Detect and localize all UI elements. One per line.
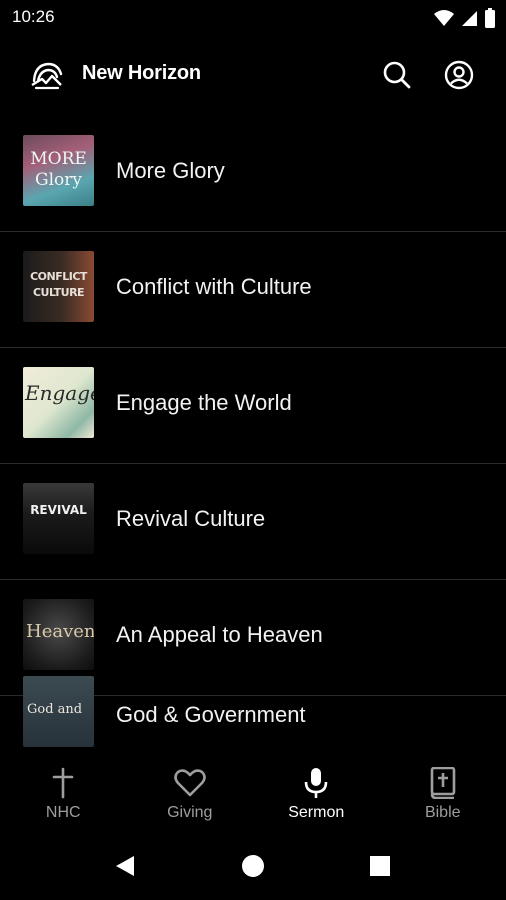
sermon-title: More Glory [116,158,225,183]
sermon-title: Revival Culture [116,506,266,531]
sermon-title: Engage the World [116,390,292,415]
cross-icon [51,766,75,800]
app-title: New Horizon [82,62,201,84]
nav-label-sermon: Sermon [288,804,345,821]
nav-item-bible[interactable]: Bible [380,754,506,832]
sermon-thumbnail: Engage [23,367,94,438]
nav-item-sermon[interactable]: Sermon [253,754,380,832]
nav-label-nhc: NHC [45,804,81,821]
battery-icon [485,8,495,28]
heart-icon [173,766,206,800]
microphone-icon [303,766,329,800]
account-button[interactable] [442,58,476,92]
thumbnail-text: CONFLICT CULTURE [30,270,87,299]
sermon-thumbnail: God and [23,676,94,747]
search-button[interactable] [380,58,414,92]
nav-item-giving[interactable]: Giving [127,754,254,832]
thumbnail-text: Engage [25,381,94,405]
status-time: 10:26 [12,7,55,26]
signal-icon [462,11,477,26]
sermon-title: Conflict with Culture [116,274,312,299]
back-icon [116,856,134,876]
system-navigation-bar [0,832,506,900]
thumbnail-text: MORE Glory [30,149,87,190]
status-bar: 10:26 [0,0,506,36]
sermon-title: An Appeal to Heaven [116,622,323,647]
sermon-thumbnail: REVIVAL [23,483,94,554]
wifi-icon [434,10,454,26]
thumbnail-text: REVIVAL [30,503,87,517]
sermon-item-god-and-government[interactable]: God and God & Government [0,676,506,754]
recents-icon [370,856,390,876]
sermon-thumbnail: Heaven [23,599,94,670]
bible-icon [429,766,457,800]
search-icon [383,61,411,89]
account-circle-icon [444,60,474,90]
home-button[interactable] [239,852,267,880]
sermon-thumbnail: CONFLICT CULTURE [23,251,94,322]
nav-label-bible: Bible [424,804,461,821]
sermon-thumbnail: MORE Glory [23,135,94,206]
nav-label-giving: Giving [167,804,213,821]
nav-item-nhc[interactable]: NHC [0,754,127,832]
sermon-item-engage-the-world[interactable]: Engage Engage the World [0,348,506,464]
sermon-list: MORE Glory More Glory CONFLICT CULTURE C… [0,116,506,754]
back-button[interactable] [111,852,139,880]
home-icon [242,855,264,877]
new-horizon-logo-icon [31,62,63,90]
recents-button[interactable] [366,852,394,880]
sermon-item-conflict-with-culture[interactable]: CONFLICT CULTURE Conflict with Culture [0,232,506,348]
thumbnail-text: Heaven [26,621,94,642]
thumbnail-text: God and [27,702,83,717]
bottom-navigation: NHC Giving Sermon Bible [0,754,506,832]
app-bar: New Horizon [0,40,506,110]
sermon-title: God & Government [116,702,306,727]
sermon-item-revival-culture[interactable]: REVIVAL Revival Culture [0,464,506,580]
status-icons [434,8,496,28]
sermon-item-more-glory[interactable]: MORE Glory More Glory [0,116,506,232]
